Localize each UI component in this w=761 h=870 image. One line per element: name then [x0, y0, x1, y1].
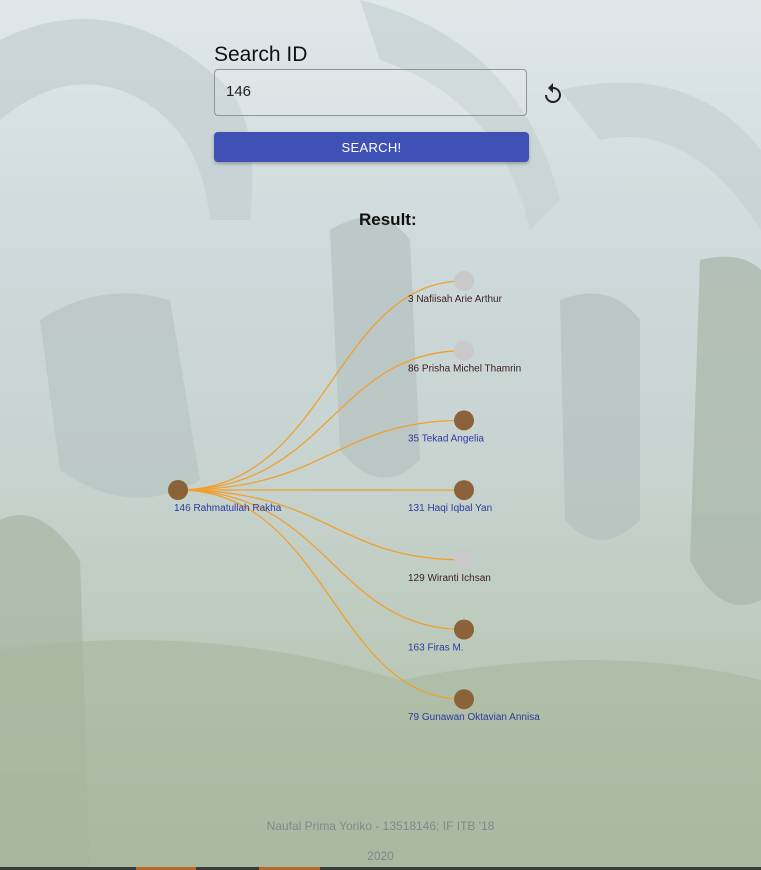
friend-5-node[interactable] — [454, 619, 474, 640]
graph-edge — [177, 419, 465, 491]
friend-3-label: 131 Haqi Iqbal Yan — [408, 503, 492, 514]
friend-4-label: 129 Wiranti Ichsan — [408, 573, 491, 584]
friend-6-label: 79 Gunawan Oktavian Annisa — [408, 712, 540, 723]
graph-edge — [177, 489, 465, 561]
root-node[interactable] — [168, 480, 188, 500]
friend-2-node[interactable] — [454, 410, 474, 431]
friend-0-label: 3 Nafiisah Arie Arthur — [408, 294, 503, 305]
friend-1-label: 86 Prisha Michel Thamrin — [408, 364, 521, 375]
friend-1-node[interactable] — [454, 340, 474, 361]
friend-4-node[interactable] — [454, 549, 474, 570]
graph-edges — [177, 280, 465, 700]
friend-graph: 3 Nafiisah Arie Arthur 86 Prisha Michel T… — [168, 271, 540, 723]
friend-5-label: 163 Firas M. — [408, 643, 464, 654]
friend-2-label: 35 Tekad Angelia — [408, 433, 484, 444]
footer-credit: Naufal Prima Yoriko - 13518146; IF ITB '… — [266, 819, 495, 833]
friend-3-node[interactable] — [454, 480, 474, 501]
root-label: 146 Rahmatullah Rakha — [174, 503, 282, 514]
friend-6-node[interactable] — [454, 689, 474, 710]
footer-year: 2020 — [367, 849, 394, 863]
friend-0-node[interactable] — [454, 271, 474, 291]
